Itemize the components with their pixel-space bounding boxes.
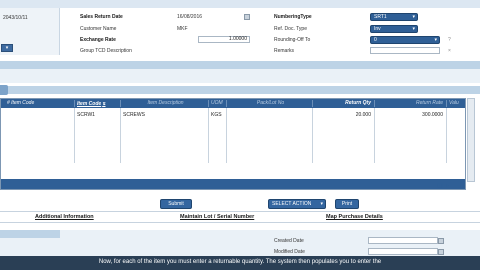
rounding-off-label: Rounding-Off To <box>274 37 311 43</box>
additional-information-link[interactable]: Additional Information <box>35 214 94 220</box>
calendar-icon[interactable] <box>244 14 250 20</box>
remarks-input[interactable] <box>370 47 440 54</box>
cell-uom[interactable]: KGS <box>211 112 222 118</box>
customer-name-value: MKF <box>177 26 188 32</box>
links-divider-bottom <box>0 222 480 223</box>
cell-item-code[interactable]: SCRW1 <box>77 112 95 118</box>
left-panel-date: 2043/10/11 <box>3 15 28 21</box>
item-grid: # Item Code Item Code⇅ Item Description … <box>0 98 466 190</box>
numbering-type-select[interactable]: SRT1 <box>370 13 418 21</box>
group-tcd-label: Group TCD Description <box>80 48 132 54</box>
sort-icon: ⇅ <box>102 101 106 106</box>
created-date-input[interactable] <box>368 237 438 244</box>
print-button[interactable]: Print <box>335 199 359 209</box>
left-panel: 2043/10/11 ▾ <box>0 8 60 55</box>
rounding-off-select[interactable]: 0 <box>370 36 440 44</box>
customer-name-label: Customer Name <box>80 26 117 32</box>
select-action-dropdown[interactable]: SELECT ACTION <box>268 199 326 209</box>
created-date-calendar-icon[interactable] <box>438 238 444 244</box>
grid-header: # Item Code Item Code⇅ Item Description … <box>1 99 465 108</box>
modified-date-input[interactable] <box>368 248 438 255</box>
col-header-return-qty[interactable]: Return Qty <box>313 100 375 107</box>
cell-return-qty[interactable]: 20.000 <box>356 112 371 118</box>
remarks-clear-icon[interactable]: × <box>448 48 451 54</box>
sales-return-date-label: Sales Return Date <box>80 14 123 20</box>
links-divider-top <box>0 211 480 212</box>
section-band-2 <box>0 69 480 83</box>
col-header-item-description[interactable]: Item Description <box>121 100 209 107</box>
cell-item-description[interactable]: SCREWS <box>123 112 145 118</box>
col-header-item-code[interactable]: Item Code⇅ <box>75 100 121 107</box>
help-icon[interactable]: ? <box>448 37 451 43</box>
collapse-toggle[interactable] <box>0 85 8 95</box>
exchange-rate-label: Exchange Rate <box>80 37 116 43</box>
section-band-1 <box>0 61 480 69</box>
modified-date-calendar-icon[interactable] <box>438 249 444 255</box>
numbering-type-label: NumberingType <box>274 14 312 20</box>
map-purchase-details-link[interactable]: Map Purchase Details <box>326 214 383 220</box>
top-strip <box>0 0 480 8</box>
audit-band <box>0 230 60 238</box>
left-panel-select[interactable]: ▾ <box>1 44 13 52</box>
col-header-return-rate[interactable]: Return Rate <box>375 100 447 107</box>
modified-date-label: Modified Date <box>274 249 305 255</box>
grid-scrollbar[interactable] <box>467 98 475 182</box>
pager-prev-icon[interactable]: ◧ <box>437 182 443 189</box>
grid-footer <box>1 179 465 189</box>
created-date-label: Created Date <box>274 238 304 244</box>
col-header-lot-no[interactable]: Pack/Lot No <box>227 100 313 107</box>
ref-doc-type-select[interactable]: Inv <box>370 25 418 33</box>
pager-next-icon[interactable]: ▸ <box>446 182 449 189</box>
remarks-label: Remarks <box>274 48 295 54</box>
table-row[interactable]: SCRW1 SCREWS KGS 20.000 300.0000 <box>1 108 465 163</box>
col-header-value[interactable]: Valu <box>447 100 465 107</box>
ref-doc-type-label: Ref. Doc. Type <box>274 26 307 32</box>
maintain-lot-serial-link[interactable]: Maintain Lot / Serial Number <box>180 214 254 220</box>
col-header-hash-item-code[interactable]: # Item Code <box>5 100 75 107</box>
exchange-rate-input[interactable]: 1.00000 <box>198 36 250 43</box>
sales-return-date-value[interactable]: 16/08/2016 <box>177 14 202 20</box>
submit-button[interactable]: Submit <box>160 199 192 209</box>
col-header-uom[interactable]: UOM <box>209 100 227 107</box>
cell-return-rate[interactable]: 300.0000 <box>422 112 443 118</box>
video-subtitle: Now, for each of the item you must enter… <box>0 256 480 270</box>
section-band-3 <box>0 86 480 94</box>
